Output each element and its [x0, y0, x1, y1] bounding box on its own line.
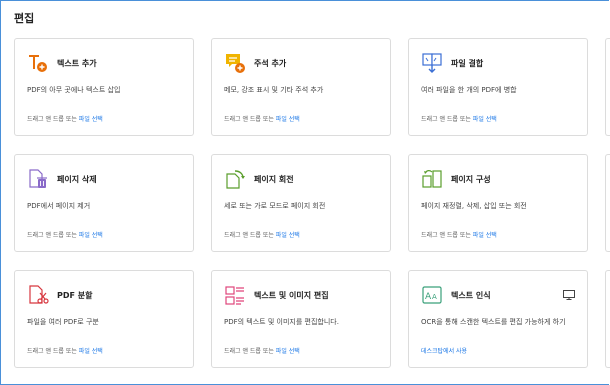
select-file-link[interactable]: 파일 선택 — [79, 116, 103, 123]
footer-text: 드래그 앤 드롭 또는 — [27, 348, 79, 355]
card-footer: 드래그 앤 드롭 또는 파일 선택 — [27, 230, 103, 239]
card-rotate-pages[interactable]: 페이지 회전 세로 또는 가로 모드로 페이지 회전 드래그 앤 드롭 또는 파… — [211, 154, 391, 252]
card-description: PDF의 아무 곳에나 텍스트 삽입 — [27, 86, 121, 94]
card-description: 파일을 여러 PDF로 구분 — [27, 318, 99, 326]
card-partial[interactable] — [605, 38, 610, 136]
card-description: 여러 파일을 한 개의 PDF에 병합 — [421, 86, 517, 94]
select-file-link[interactable]: 파일 선택 — [276, 116, 300, 123]
card-description: 메모, 강조 표시 및 기타 주석 추가 — [224, 86, 324, 94]
add-comment-icon — [226, 54, 245, 73]
footer-text: 드래그 앤 드롭 또는 — [27, 116, 79, 123]
card-recognize-text[interactable]: A A 텍스트 인식 OCR을 통해 스캔한 텍스트를 편집 가능하게 하기 데… — [408, 270, 588, 368]
select-file-link[interactable]: 파일 선택 — [79, 348, 103, 355]
use-on-desktop-link[interactable]: 데스크탑에서 사용 — [421, 348, 467, 355]
split-pdf-icon — [29, 285, 49, 304]
card-partial[interactable] — [605, 154, 610, 252]
card-title: PDF 분할 — [57, 291, 93, 300]
card-footer: 드래그 앤 드롭 또는 파일 선택 — [224, 346, 300, 355]
delete-pages-icon — [29, 169, 47, 188]
select-file-link[interactable]: 파일 선택 — [473, 116, 497, 123]
footer-text: 드래그 앤 드롭 또는 — [421, 116, 473, 123]
card-split-pdf[interactable]: PDF 분할 파일을 여러 PDF로 구분 드래그 앤 드롭 또는 파일 선택 — [14, 270, 194, 368]
card-edit-text-image[interactable]: 텍스트 및 이미지 편집 PDF의 텍스트 및 이미지를 편집합니다. 드래그 … — [211, 270, 391, 368]
card-description: 페이지 재정렬, 삭제, 삽입 또는 회전 — [421, 202, 527, 210]
card-title: 페이지 구성 — [451, 175, 491, 184]
footer-text: 드래그 앤 드롭 또는 — [27, 232, 79, 239]
recognize-text-icon: A A — [422, 286, 442, 304]
card-title: 텍스트 추가 — [57, 59, 97, 68]
card-description: PDF에서 페이지 제거 — [27, 202, 91, 210]
select-file-link[interactable]: 파일 선택 — [276, 348, 300, 355]
select-file-link[interactable]: 파일 선택 — [79, 232, 103, 239]
card-add-text[interactable]: 텍스트 추가 PDF의 아무 곳에나 텍스트 삽입 드래그 앤 드롭 또는 파일… — [14, 38, 194, 136]
add-text-icon — [29, 55, 47, 72]
card-footer: 드래그 앤 드롭 또는 파일 선택 — [421, 114, 497, 123]
card-description: 세로 또는 가로 모드로 페이지 회전 — [224, 202, 326, 210]
card-description: OCR을 통해 스캔한 텍스트를 편집 가능하게 하기 — [421, 318, 566, 326]
card-title: 주석 추가 — [254, 59, 287, 68]
card-delete-pages[interactable]: 페이지 삭제 PDF에서 페이지 제거 드래그 앤 드롭 또는 파일 선택 — [14, 154, 194, 252]
card-add-comment[interactable]: 주석 추가 메모, 강조 표시 및 기타 주석 추가 드래그 앤 드롭 또는 파… — [211, 38, 391, 136]
card-footer: 드래그 앤 드롭 또는 파일 선택 — [27, 114, 103, 123]
card-organize-pages[interactable]: 페이지 구성 페이지 재정렬, 삭제, 삽입 또는 회전 드래그 앤 드롭 또는… — [408, 154, 588, 252]
card-partial[interactable] — [605, 270, 610, 368]
card-title: 텍스트 인식 — [451, 291, 491, 300]
select-file-link[interactable]: 파일 선택 — [276, 232, 300, 239]
svg-text:A: A — [425, 292, 432, 302]
footer-text: 드래그 앤 드롭 또는 — [224, 348, 276, 355]
card-footer: 데스크탑에서 사용 — [421, 346, 467, 355]
footer-text: 드래그 앤 드롭 또는 — [421, 232, 473, 239]
card-description: PDF의 텍스트 및 이미지를 편집합니다. — [224, 318, 339, 326]
organize-pages-icon — [422, 170, 442, 188]
card-footer: 드래그 앤 드롭 또는 파일 선택 — [224, 114, 300, 123]
edit-section-panel: 편집 텍스트 추가 PDF의 아무 곳에나 텍스트 삽입 드래그 앤 드롭 또는… — [0, 0, 610, 385]
edit-text-image-icon — [225, 286, 244, 305]
card-footer: 드래그 앤 드롭 또는 파일 선택 — [421, 230, 497, 239]
card-title: 파일 결합 — [451, 59, 484, 68]
desktop-icon — [563, 290, 575, 300]
footer-text: 드래그 앤 드롭 또는 — [224, 232, 276, 239]
card-footer: 드래그 앤 드롭 또는 파일 선택 — [27, 346, 103, 355]
card-title: 페이지 회전 — [254, 175, 294, 184]
card-footer: 드래그 앤 드롭 또는 파일 선택 — [224, 230, 300, 239]
combine-files-icon — [422, 53, 442, 73]
card-title: 페이지 삭제 — [57, 175, 97, 184]
svg-text:A: A — [432, 293, 437, 301]
section-title: 편집 — [14, 12, 35, 25]
footer-text: 드래그 앤 드롭 또는 — [224, 116, 276, 123]
select-file-link[interactable]: 파일 선택 — [473, 232, 497, 239]
card-combine-files[interactable]: 파일 결합 여러 파일을 한 개의 PDF에 병합 드래그 앤 드롭 또는 파일… — [408, 38, 588, 136]
card-title: 텍스트 및 이미지 편집 — [254, 291, 329, 300]
rotate-pages-icon — [226, 170, 245, 189]
